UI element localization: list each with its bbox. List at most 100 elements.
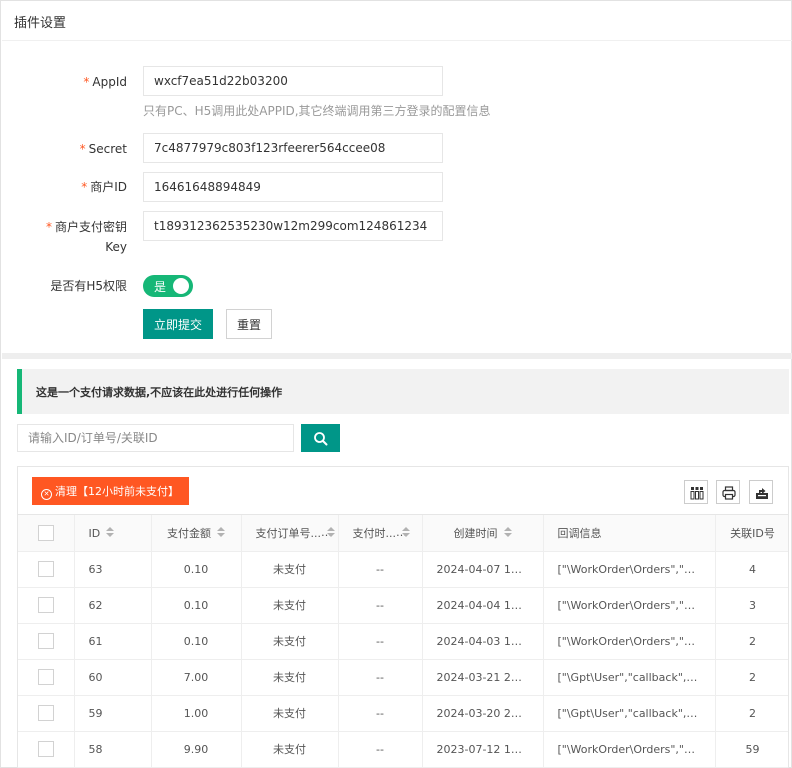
cell-rel-id: 59 bbox=[715, 731, 788, 768]
data-table: ✕ 清理【12小时前未支付】 ID 支付金额 支付订单号... 支付时... 创… bbox=[17, 466, 789, 768]
table-row[interactable]: 62 0.10 未支付 -- 2024-04-04 14:14 ["\WorkOrder\… bbox=[18, 587, 788, 624]
columns-icon bbox=[690, 487, 704, 500]
cell-id: 59 bbox=[74, 695, 152, 732]
header-id[interactable]: ID bbox=[74, 515, 152, 552]
key-label: * 商户支付密钥 bbox=[46, 218, 127, 236]
print-button[interactable] bbox=[716, 480, 740, 504]
cell-pay-time: -- bbox=[338, 587, 423, 624]
search-button[interactable] bbox=[301, 424, 340, 452]
sort-icon[interactable] bbox=[106, 527, 115, 537]
payments-table: ID 支付金额 支付订单号... 支付时... 创建时间 回调信息 关联ID号 … bbox=[18, 515, 788, 768]
required-mark: * bbox=[79, 142, 86, 156]
cell-id: 63 bbox=[74, 551, 152, 588]
header-pay-time[interactable]: 支付时... bbox=[338, 515, 423, 552]
cell-rel-id: 4 bbox=[715, 551, 788, 588]
cell-id: 58 bbox=[74, 731, 152, 768]
cell-amount: 0.10 bbox=[151, 587, 242, 624]
page-frame: 插件设置 *AppId 只有PC、H5调用此处APPID,其它终端调用第三方登录… bbox=[0, 0, 792, 768]
select-all-cell bbox=[18, 515, 75, 552]
sort-icon[interactable] bbox=[503, 526, 512, 537]
row-checkbox[interactable] bbox=[37, 669, 54, 685]
export-icon bbox=[756, 488, 768, 499]
row-select-cell bbox=[18, 731, 75, 768]
header-rel-id: 关联ID号 bbox=[715, 515, 788, 552]
header-label: 支付金额 bbox=[167, 526, 211, 540]
cell-amount: 0.10 bbox=[151, 551, 242, 588]
secret-label-text: Secret bbox=[88, 142, 127, 156]
cell-callback: ["\WorkOrder\Orders","callback"] bbox=[543, 731, 716, 768]
key-label-line2: Key bbox=[105, 240, 127, 254]
export-button[interactable] bbox=[749, 480, 773, 504]
cell-created: 2023-07-12 19:08 bbox=[422, 731, 544, 768]
cell-callback: ["\WorkOrder\Orders","callback"] bbox=[543, 587, 716, 624]
columns-filter-button[interactable] bbox=[684, 480, 708, 504]
table-row[interactable]: 59 1.00 未支付 -- 2024-03-20 21:29 ["\Gpt\User",… bbox=[18, 695, 788, 732]
switch-knob bbox=[173, 278, 189, 294]
reset-button[interactable]: 重置 bbox=[226, 309, 272, 339]
submit-button[interactable]: 立即提交 bbox=[143, 309, 213, 339]
select-all-checkbox[interactable] bbox=[37, 524, 54, 541]
cell-created: 2024-04-07 15:52 bbox=[422, 551, 544, 588]
cell-order-no: 未支付 bbox=[241, 623, 339, 660]
row-select-cell bbox=[18, 695, 75, 732]
cell-rel-id: 2 bbox=[715, 695, 788, 732]
row-select-cell bbox=[18, 623, 75, 660]
required-mark: * bbox=[81, 180, 88, 194]
row-select-cell bbox=[18, 659, 75, 696]
row-checkbox[interactable] bbox=[37, 633, 54, 649]
row-select-cell bbox=[18, 551, 75, 588]
table-row[interactable]: 61 0.10 未支付 -- 2024-04-03 14:32 ["\WorkOrder\… bbox=[18, 623, 788, 660]
cell-order-no: 未支付 bbox=[241, 731, 339, 768]
cell-amount: 7.00 bbox=[151, 659, 242, 696]
cell-id: 60 bbox=[74, 659, 152, 696]
notice-box: 这是一个支付请求数据,不应该在此处进行任何操作 bbox=[17, 369, 789, 414]
clear-label: 清理【12小时前未支付】 bbox=[55, 484, 179, 498]
sort-icon[interactable] bbox=[217, 526, 225, 537]
required-mark: * bbox=[83, 75, 90, 89]
secret-input[interactable] bbox=[143, 133, 443, 163]
close-circle-icon: ✕ bbox=[41, 488, 52, 500]
key-input[interactable] bbox=[143, 211, 443, 241]
mchid-input[interactable] bbox=[143, 172, 443, 202]
row-checkbox[interactable] bbox=[37, 561, 54, 577]
header-callback: 回调信息 bbox=[543, 515, 716, 552]
cell-rel-id: 2 bbox=[715, 659, 788, 696]
key-label-text: 商户支付密钥 bbox=[54, 220, 127, 234]
search-input[interactable] bbox=[17, 424, 294, 452]
section-divider bbox=[2, 353, 792, 359]
table-header-row: ID 支付金额 支付订单号... 支付时... 创建时间 回调信息 关联ID号 bbox=[18, 515, 788, 552]
table-toolbar: ✕ 清理【12小时前未支付】 bbox=[18, 467, 788, 515]
row-checkbox[interactable] bbox=[37, 705, 54, 721]
h5-switch[interactable]: 是 bbox=[143, 275, 193, 297]
header-label: ID bbox=[88, 526, 101, 540]
cell-amount: 1.00 bbox=[151, 695, 242, 732]
header-order-no[interactable]: 支付订单号... bbox=[241, 515, 339, 552]
table-row[interactable]: 60 7.00 未支付 -- 2024-03-21 21:22 ["\Gpt\User",… bbox=[18, 659, 788, 696]
row-select-cell bbox=[18, 587, 75, 624]
header-created[interactable]: 创建时间 bbox=[422, 515, 544, 552]
header-label: 创建时间 bbox=[453, 526, 498, 540]
header-amount[interactable]: 支付金额 bbox=[151, 515, 242, 552]
cell-pay-time: -- bbox=[338, 695, 423, 732]
appid-input[interactable] bbox=[143, 66, 443, 96]
header-label: 支付时... bbox=[352, 526, 397, 540]
required-mark: * bbox=[45, 220, 52, 234]
row-checkbox[interactable] bbox=[37, 597, 54, 613]
cell-rel-id: 3 bbox=[715, 587, 788, 624]
cell-callback: ["\WorkOrder\Orders","callback"] bbox=[543, 623, 716, 660]
appid-tip: 只有PC、H5调用此处APPID,其它终端调用第三方登录的配置信息 bbox=[143, 104, 491, 118]
cell-callback: ["\Gpt\User","callback",["num"]] bbox=[543, 695, 716, 732]
cell-created: 2024-04-03 14:32 bbox=[422, 623, 544, 660]
clear-unpaid-button[interactable]: ✕ 清理【12小时前未支付】 bbox=[32, 477, 189, 505]
cell-rel-id: 2 bbox=[715, 623, 788, 660]
mchid-label-text: 商户ID bbox=[90, 180, 127, 194]
table-row[interactable]: 58 9.90 未支付 -- 2023-07-12 19:08 ["\WorkOrder\… bbox=[18, 731, 788, 768]
table-row[interactable]: 63 0.10 未支付 -- 2024-04-07 15:52 ["\WorkOrder\… bbox=[18, 551, 788, 588]
secret-label: * Secret bbox=[80, 140, 127, 158]
cell-created: 2024-03-20 21:29 bbox=[422, 695, 544, 732]
cell-pay-time: -- bbox=[338, 659, 423, 696]
cell-order-no: 未支付 bbox=[241, 551, 339, 588]
cell-pay-time: -- bbox=[338, 551, 423, 588]
row-checkbox[interactable] bbox=[37, 741, 54, 757]
cell-pay-time: -- bbox=[338, 623, 423, 660]
